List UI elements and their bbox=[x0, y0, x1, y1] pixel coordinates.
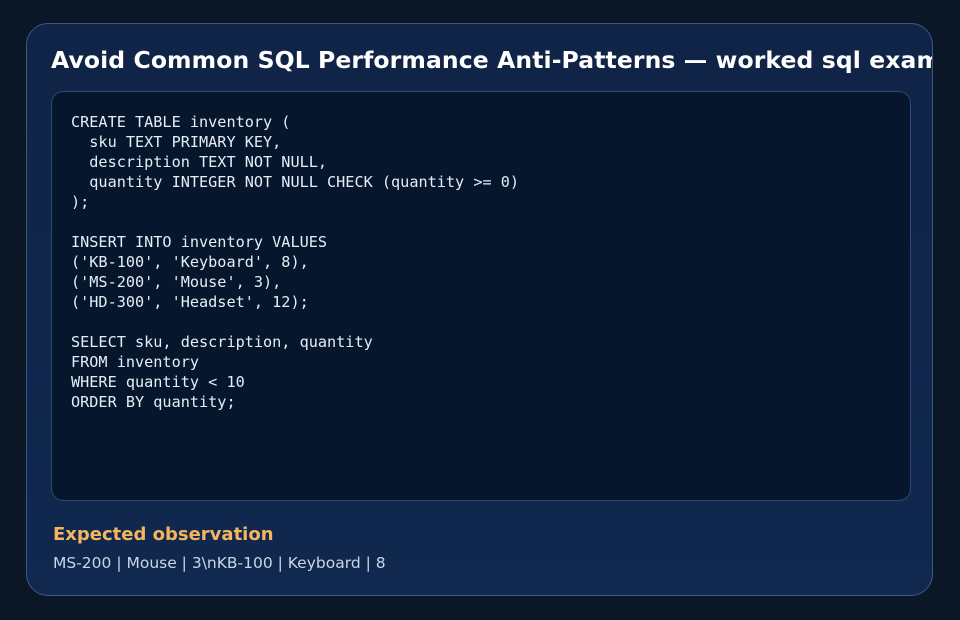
code-block: CREATE TABLE inventory ( sku TEXT PRIMAR… bbox=[51, 91, 911, 501]
sql-code[interactable]: CREATE TABLE inventory ( sku TEXT PRIMAR… bbox=[71, 112, 519, 412]
observation-text: MS-200 | Mouse | 3\nKB-100 | Keyboard | … bbox=[53, 554, 386, 572]
example-card: Avoid Common SQL Performance Anti-Patter… bbox=[26, 23, 933, 596]
observation-heading: Expected observation bbox=[53, 524, 274, 545]
card-title: Avoid Common SQL Performance Anti-Patter… bbox=[51, 46, 933, 74]
